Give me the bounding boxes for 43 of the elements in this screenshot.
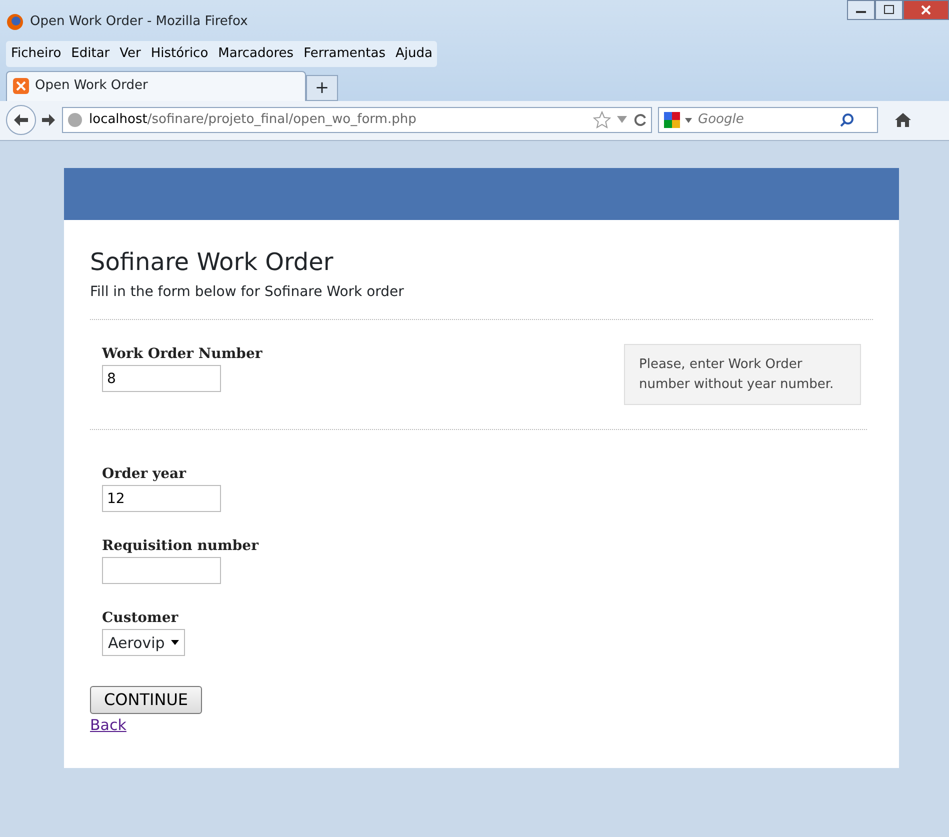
input-field[interactable] bbox=[102, 557, 221, 584]
minimize-button[interactable] bbox=[847, 0, 875, 20]
field-label: Work Order Number bbox=[102, 345, 262, 364]
google-icon bbox=[663, 111, 681, 129]
menu-item[interactable]: Ficheiro bbox=[6, 41, 66, 66]
menu-item[interactable]: Ferramentas bbox=[298, 41, 391, 66]
menu-item[interactable]: Ver bbox=[114, 41, 146, 66]
close-button[interactable] bbox=[903, 0, 949, 20]
input-field[interactable]: 12 bbox=[102, 485, 221, 512]
caret-icon bbox=[685, 118, 692, 122]
forward-arrow-icon[interactable] bbox=[42, 114, 56, 126]
customer-dropdown[interactable]: Aerovip bbox=[102, 629, 185, 656]
back-button[interactable] bbox=[6, 105, 36, 135]
browser-tab[interactable]: Open Work Order bbox=[6, 70, 306, 100]
menu-item[interactable]: Marcadores bbox=[213, 41, 299, 66]
field-label: Customer bbox=[102, 609, 180, 628]
continue-button[interactable]: CONTINUE bbox=[90, 686, 202, 714]
maximize-button[interactable] bbox=[875, 0, 903, 20]
field-label: Requisition number bbox=[102, 537, 258, 556]
reload-icon[interactable] bbox=[633, 113, 647, 127]
star-icon[interactable] bbox=[593, 111, 611, 129]
search-icon[interactable] bbox=[840, 113, 854, 127]
field-label: Order year bbox=[102, 465, 188, 484]
close-icon bbox=[921, 4, 931, 15]
window-title: Open Work Order - Mozilla Firefox bbox=[30, 13, 248, 32]
dropdown-icon[interactable] bbox=[617, 116, 627, 124]
hint-box: Please, enter Work Order number without year number. bbox=[624, 344, 861, 406]
menu-item[interactable]: Editar bbox=[66, 41, 115, 66]
home-icon[interactable] bbox=[894, 112, 912, 128]
menu-item[interactable]: Histórico bbox=[146, 41, 214, 66]
menu-item[interactable]: Ajuda bbox=[390, 41, 438, 66]
tab-icon bbox=[13, 78, 29, 94]
search-field[interactable]: Google bbox=[658, 107, 878, 133]
back-link[interactable]: Back bbox=[90, 716, 126, 734]
maximize-icon bbox=[884, 5, 894, 14]
page-title: Sofinare Work Order bbox=[90, 248, 334, 276]
back-arrow-icon bbox=[13, 113, 29, 127]
page-subtitle: Fill in the form below for Sofinare Work order bbox=[90, 283, 405, 302]
input-field[interactable]: 8 bbox=[102, 365, 221, 392]
url-text: localhost/sofinare/projeto_final/open_wo_form.php bbox=[89, 111, 418, 130]
caret-icon bbox=[170, 640, 179, 646]
address-bar[interactable]: localhost/sofinare/projeto_final/open_wo_form.php bbox=[62, 107, 652, 133]
new-tab-button[interactable]: + bbox=[306, 74, 338, 100]
